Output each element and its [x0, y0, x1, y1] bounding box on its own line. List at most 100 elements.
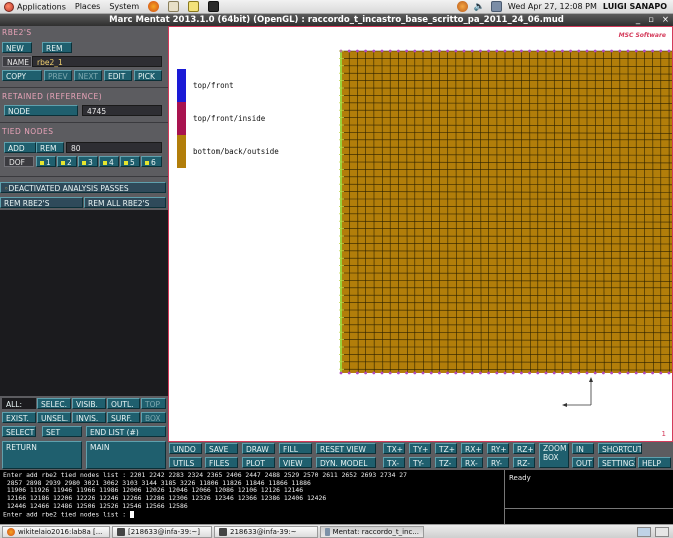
main-button[interactable]: MAIN	[86, 441, 166, 469]
files-button[interactable]: FILES	[205, 457, 238, 468]
window-titlebar[interactable]: Marc Mentat 2013.1.0 (64bit) (OpenGL) : …	[0, 14, 673, 26]
dof-2-toggle[interactable]: 2	[57, 156, 77, 167]
add-tied-nodes-button[interactable]: ADD	[4, 142, 36, 153]
mail-launcher-icon[interactable]	[168, 1, 180, 12]
next-button[interactable]: NEXT	[74, 70, 102, 81]
pick-button[interactable]: PICK	[134, 70, 162, 81]
surf-button[interactable]: SURF.	[107, 412, 140, 423]
editor-launcher-icon[interactable]	[188, 1, 200, 12]
zoom-in-button[interactable]: IN	[572, 443, 594, 454]
status-text: Ready	[509, 474, 531, 482]
dof-5-toggle[interactable]: 5	[120, 156, 140, 167]
dof-3-toggle[interactable]: 3	[78, 156, 98, 167]
return-button[interactable]: RETURN	[2, 441, 82, 469]
workspace-2-icon[interactable]	[655, 526, 669, 537]
name-field[interactable]: rbe2_1	[32, 56, 162, 67]
unsel-button[interactable]: UNSEL.	[37, 412, 71, 423]
ty-minus-button[interactable]: TY-	[409, 457, 431, 468]
rem-button[interactable]: REM	[42, 42, 72, 53]
help-button[interactable]: HELP	[638, 457, 671, 468]
tz-minus-button[interactable]: TZ-	[435, 457, 457, 468]
dof-6-toggle[interactable]: 6	[141, 156, 162, 167]
undo-button[interactable]: UNDO	[169, 443, 202, 454]
node-marker	[536, 49, 540, 53]
view-button[interactable]: VIEW	[279, 457, 312, 468]
plot-button[interactable]: PLOT	[242, 457, 275, 468]
all-selec-button[interactable]: SELEC.	[37, 398, 71, 409]
fill-button[interactable]: FILL	[279, 443, 312, 454]
node-marker	[602, 49, 605, 53]
copy-button[interactable]: COPY	[2, 70, 42, 81]
node-marker	[503, 49, 507, 53]
node-marker	[413, 49, 417, 53]
top-panel: Applications Places System 🔈 Wed Apr 27,…	[0, 0, 673, 14]
terminal-launcher-icon[interactable]	[208, 1, 220, 12]
fe-mesh-model[interactable]	[169, 27, 673, 442]
workspace-1-icon[interactable]	[637, 526, 651, 537]
retained-node-field[interactable]: 4745	[82, 105, 162, 116]
rx-plus-button[interactable]: RX+	[461, 443, 483, 454]
clock[interactable]: Wed Apr 27, 12:08 PM	[508, 2, 597, 11]
task-wikitelaio[interactable]: wikitelaio2016:lab8a [...	[2, 525, 110, 538]
places-menu[interactable]: Places	[75, 2, 100, 11]
save-button[interactable]: SAVE	[205, 443, 238, 454]
command-console[interactable]: Enter add rbe2 tied nodes list : 2201 22…	[0, 470, 504, 524]
system-menu[interactable]: System	[109, 2, 139, 11]
select-button[interactable]: SELECT	[2, 426, 36, 437]
settings-tray-icon[interactable]	[456, 1, 468, 12]
task-terminal-2[interactable]: 218633@infa-39:~	[214, 525, 318, 538]
ry-plus-button[interactable]: RY+	[487, 443, 509, 454]
rem-all-rbe2-button[interactable]: REM ALL RBE2'S	[84, 197, 166, 208]
zoom-box-button[interactable]: ZOOM BOX	[539, 443, 569, 468]
graphics-viewport[interactable]: top/front top/front/inside bottom/back/o…	[168, 26, 673, 442]
close-button[interactable]: ×	[662, 14, 669, 26]
box-button[interactable]: BOX	[141, 412, 166, 423]
node-marker	[651, 371, 654, 375]
set-button[interactable]: SET	[42, 426, 82, 437]
exist-button[interactable]: EXIST.	[2, 412, 36, 423]
deactivated-analysis-passes-button[interactable]: ◦DEACTIVATED ANALYSIS PASSES	[0, 182, 166, 193]
ry-minus-button[interactable]: RY-	[487, 457, 509, 468]
checkbox-icon	[40, 161, 44, 165]
task-terminal-1[interactable]: [218633@infa-39:~]	[112, 525, 212, 538]
firefox-launcher-icon[interactable]	[148, 1, 160, 12]
utils-button[interactable]: UTILS	[169, 457, 202, 468]
dof-1-toggle[interactable]: 1	[36, 156, 56, 167]
prev-button[interactable]: PREV	[44, 70, 72, 81]
all-outl-button[interactable]: OUTL.	[107, 398, 140, 409]
node-marker	[651, 49, 654, 53]
rem-tied-nodes-button[interactable]: REM	[36, 142, 64, 153]
tz-plus-button[interactable]: TZ+	[435, 443, 457, 454]
user-menu[interactable]: LUIGI SANAPO	[603, 2, 667, 11]
reset-view-button[interactable]: RESET VIEW	[316, 443, 376, 454]
draw-button[interactable]: DRAW	[242, 443, 275, 454]
rz-plus-button[interactable]: RZ+	[513, 443, 535, 454]
rem-rbe2-button[interactable]: REM RBE2'S	[0, 197, 83, 208]
applications-menu[interactable]: Applications	[4, 1, 66, 12]
rx-minus-button[interactable]: RX-	[461, 457, 483, 468]
ty-plus-button[interactable]: TY+	[409, 443, 431, 454]
task-mentat[interactable]: Mentat: raccordo_t_inc...	[320, 525, 424, 538]
all-visib-button[interactable]: VISIB.	[72, 398, 106, 409]
new-button[interactable]: NEW	[2, 42, 32, 53]
dof-4-toggle[interactable]: 4	[99, 156, 119, 167]
end-list-button[interactable]: END LIST (#)	[86, 426, 166, 437]
all-top-button[interactable]: TOP	[141, 398, 166, 409]
invis-button[interactable]: INVIS.	[72, 412, 106, 423]
axis-arrow	[562, 403, 567, 407]
minimize-button[interactable]: _	[636, 14, 640, 26]
tx-minus-button[interactable]: TX-	[383, 457, 405, 468]
retained-header: RETAINED (REFERENCE)	[2, 92, 103, 101]
shortcuts-button[interactable]: SHORTCUTS	[598, 443, 642, 454]
network-icon[interactable]	[490, 1, 502, 12]
dyn-model-button[interactable]: DYN. MODEL	[316, 457, 376, 468]
maximize-button[interactable]: ▫	[648, 14, 654, 26]
zoom-out-button[interactable]: OUT	[572, 457, 594, 468]
volume-icon[interactable]: 🔈	[474, 2, 485, 12]
retained-node-button[interactable]: NODE	[4, 105, 78, 116]
settings-button[interactable]: SETTINGS	[598, 457, 636, 468]
rz-minus-button[interactable]: RZ-	[513, 457, 535, 468]
edit-button[interactable]: EDIT	[104, 70, 132, 81]
command-input[interactable]: Enter add rbe2 tied nodes list :	[3, 510, 501, 519]
tx-plus-button[interactable]: TX+	[383, 443, 405, 454]
